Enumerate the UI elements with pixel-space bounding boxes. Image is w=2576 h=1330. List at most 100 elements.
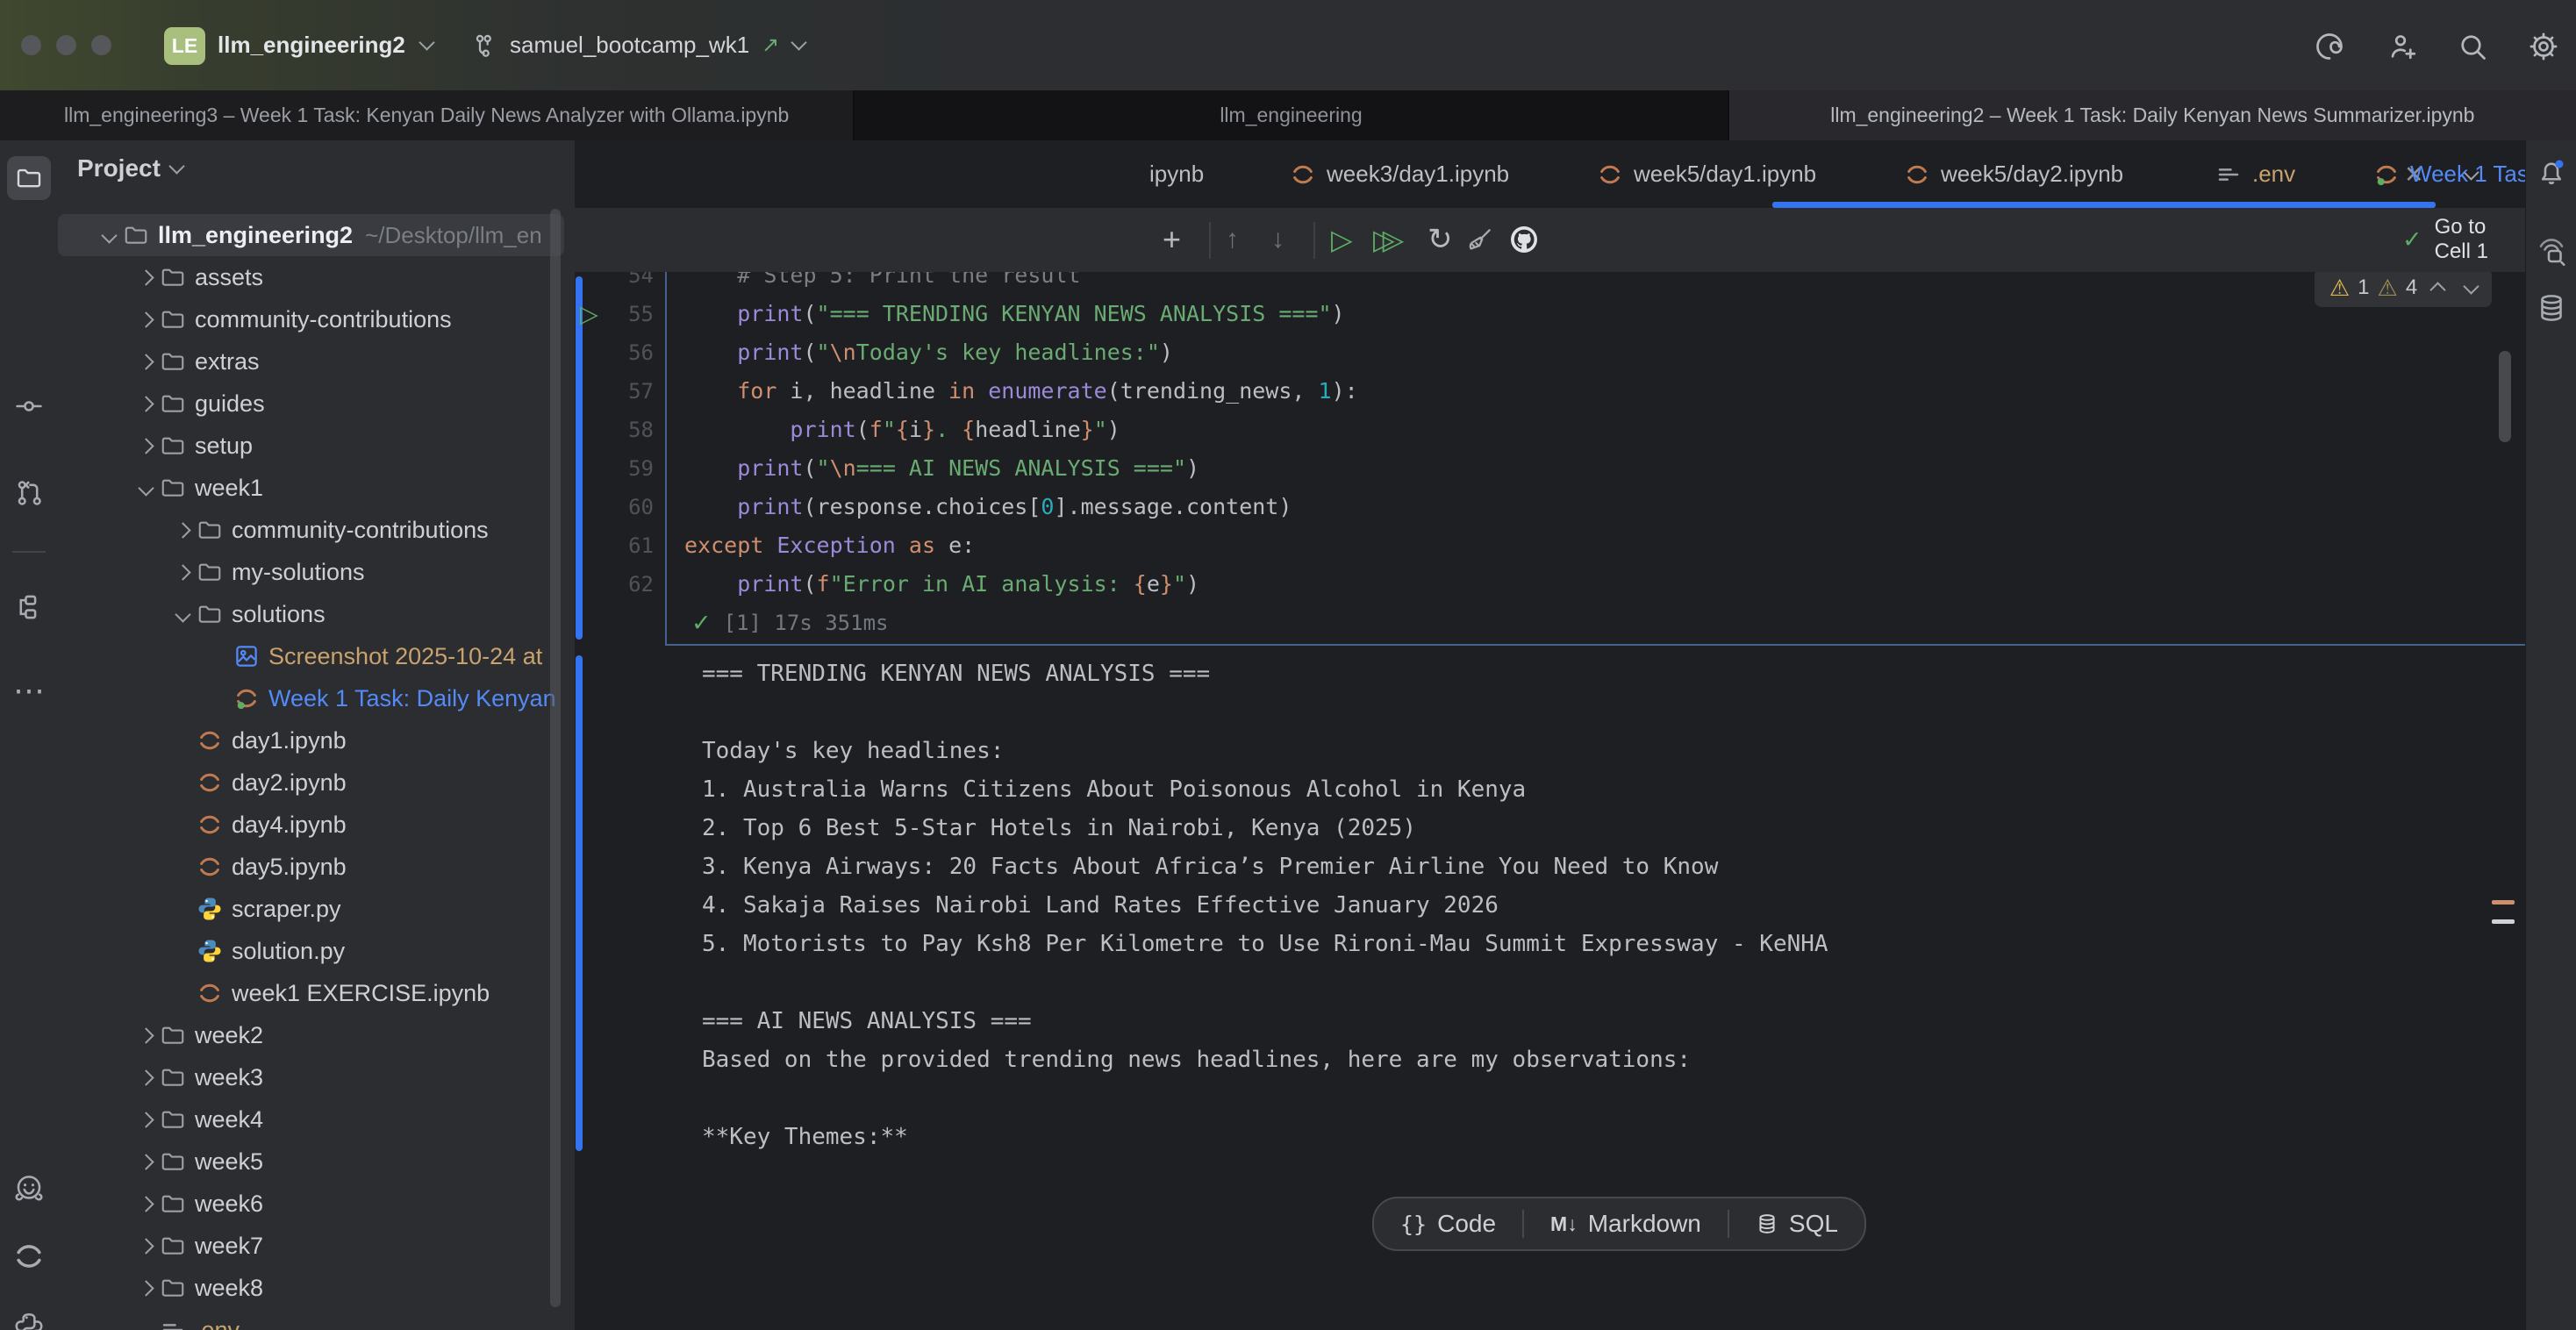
tree-item-community-contributions[interactable]: community-contributions xyxy=(58,509,564,551)
jupyter-tool-icon[interactable] xyxy=(12,1240,46,1273)
tree-chevron-icon[interactable] xyxy=(132,440,160,452)
tree-item-week7[interactable]: week7 xyxy=(58,1225,564,1267)
tree-item-my-solutions[interactable]: my-solutions xyxy=(58,551,564,593)
commit-icon[interactable] xyxy=(14,391,44,421)
code-line-54[interactable]: # Step 5: Print the result xyxy=(684,272,1081,295)
tree-item-env[interactable]: .env xyxy=(58,1309,564,1330)
editor-tab-week5-day1-ipynb[interactable]: week5/day1.ipynb xyxy=(1597,140,1816,208)
tree-item-assets[interactable]: assets xyxy=(58,256,564,298)
go-to-cell-widget[interactable]: ✓ Go to Cell 1 xyxy=(2402,208,2525,271)
project-tool-button[interactable] xyxy=(7,156,51,200)
inspections-widget[interactable]: ⚠ 1 ⚠ 4 xyxy=(2315,272,2492,307)
window-close-button[interactable] xyxy=(21,35,41,55)
tree-item-week1-exercise-ipynb[interactable]: week1 EXERCISE.ipynb xyxy=(58,972,564,1014)
editor-tab-week5-day2-ipynb[interactable]: week5/day2.ipynb xyxy=(1904,140,2123,208)
github-icon[interactable] xyxy=(1508,208,1540,271)
ai-assistant-icon[interactable] xyxy=(2536,235,2567,267)
editor-tab-week3-day1-ipynb[interactable]: week3/day1.ipynb xyxy=(1290,140,1509,208)
window-zoom-button[interactable] xyxy=(91,35,111,55)
database-tool-icon[interactable] xyxy=(2536,292,2567,324)
tree-item-day1-ipynb[interactable]: day1.ipynb xyxy=(58,719,564,762)
tree-item-week6[interactable]: week6 xyxy=(58,1183,564,1225)
tree-chevron-icon[interactable] xyxy=(132,398,160,410)
tree-item-community-contributions[interactable]: community-contributions xyxy=(58,298,564,340)
tree-item-day5-ipynb[interactable]: day5.ipynb xyxy=(58,846,564,888)
add-user-icon[interactable] xyxy=(2387,31,2419,62)
search-icon[interactable] xyxy=(2457,31,2488,62)
python-tool-icon[interactable] xyxy=(12,1310,46,1330)
tree-chevron-icon[interactable] xyxy=(132,356,160,368)
window-minimize-button[interactable] xyxy=(56,35,76,55)
project-panel-header[interactable]: Project xyxy=(77,154,182,182)
pull-requests-icon[interactable] xyxy=(14,478,44,508)
hugging-face-icon[interactable] xyxy=(12,1172,46,1205)
tree-chevron-icon[interactable] xyxy=(132,272,160,283)
tree-chevron-icon[interactable] xyxy=(168,567,197,578)
code-line-56[interactable]: print("\nToday's key headlines:") xyxy=(684,333,1173,372)
restart-kernel-button[interactable]: ↻ xyxy=(1428,208,1453,271)
tree-item-week5[interactable]: week5 xyxy=(58,1141,564,1183)
clear-outputs-button[interactable] xyxy=(1466,208,1494,271)
code-line-62[interactable]: print(f"Error in AI analysis: {e}") xyxy=(684,565,1199,604)
editor-tab-ipynb[interactable]: ipynb xyxy=(1149,140,1204,208)
code-line-60[interactable]: print(response.choices[0].message.conten… xyxy=(684,488,1292,526)
code-line-61[interactable]: except Exception as e: xyxy=(684,526,975,565)
tree-item-scraper-py[interactable]: scraper.py xyxy=(58,888,564,930)
tree-chevron-icon[interactable] xyxy=(132,1030,160,1041)
tree-chevron-icon[interactable] xyxy=(168,525,197,536)
tree-item-week1[interactable]: week1 xyxy=(58,467,564,509)
tree-chevron-icon[interactable] xyxy=(132,1072,160,1083)
tree-item-guides[interactable]: guides xyxy=(58,383,564,425)
tree-item-week4[interactable]: week4 xyxy=(58,1098,564,1141)
tree-chevron-icon[interactable] xyxy=(132,1283,160,1294)
tree-chevron-icon[interactable] xyxy=(132,314,160,325)
move-cell-down-button[interactable]: ↓ xyxy=(1271,208,1284,271)
prev-issue-icon[interactable] xyxy=(2429,282,2445,297)
tree-chevron-icon[interactable] xyxy=(168,609,197,620)
tree-item-week2[interactable]: week2 xyxy=(58,1014,564,1056)
add-code-cell-button[interactable]: {} Code xyxy=(1374,1198,1522,1249)
settings-gear-icon[interactable] xyxy=(2528,31,2559,62)
structure-icon[interactable] xyxy=(14,592,44,622)
code-line-58[interactable]: print(f"{i}. {headline}") xyxy=(684,411,1120,449)
project-tree-scrollbar[interactable] xyxy=(550,209,561,1307)
tree-item-week3[interactable]: week3 xyxy=(58,1056,564,1098)
tree-item-day2-ipynb[interactable]: day2.ipynb xyxy=(58,762,564,804)
tree-item-setup[interactable]: setup xyxy=(58,425,564,467)
tree-chevron-icon[interactable] xyxy=(132,1156,160,1168)
tree-chevron-icon[interactable] xyxy=(132,483,160,494)
run-cell-button[interactable]: ▷ xyxy=(1331,208,1353,271)
window-tab-llm-engineering2[interactable]: llm_engineering2 – Week 1 Task: Daily Ke… xyxy=(1729,90,2576,140)
notebook-editor[interactable]: ▷ 545556575859606162 # Step 5: Print the… xyxy=(575,272,2525,1330)
editor-tab-week-1-task-daily-kenyan-news-summarizer-ipynb[interactable]: Week 1 Task: Daily Kenyan News Summarize… xyxy=(2373,140,2525,208)
tree-chevron-icon[interactable] xyxy=(132,1114,160,1126)
editor-scrollbar-thumb[interactable] xyxy=(2499,351,2511,442)
add-sql-cell-button[interactable]: SQL xyxy=(1729,1198,1864,1249)
tree-item-extras[interactable]: extras xyxy=(58,340,564,383)
window-tab-llm-engineering[interactable]: llm_engineering xyxy=(855,90,1728,140)
tree-item-week-1-task-daily-kenyan[interactable]: Week 1 Task: Daily Kenyan xyxy=(58,677,564,719)
tree-chevron-icon[interactable] xyxy=(132,1241,160,1252)
tree-chevron-icon[interactable] xyxy=(95,230,123,241)
code-line-57[interactable]: for i, headline in enumerate(trending_ne… xyxy=(684,372,1358,411)
tree-item-week8[interactable]: week8 xyxy=(58,1267,564,1309)
notifications-bell-icon[interactable] xyxy=(2536,156,2567,188)
tree-item-solutions[interactable]: solutions xyxy=(58,593,564,635)
tree-item-llm-engineering2[interactable]: llm_engineering2~/Desktop/llm_en xyxy=(58,214,564,256)
run-all-cells-button[interactable]: ▷▷ xyxy=(1373,208,1392,271)
code-line-59[interactable]: print("\n=== AI NEWS ANALYSIS ===") xyxy=(684,449,1199,488)
tree-item-day4-ipynb[interactable]: day4.ipynb xyxy=(58,804,564,846)
tree-item-screenshot-2025-10-24-at[interactable]: Screenshot 2025-10-24 at xyxy=(58,635,564,677)
window-tab-llm-engineering3[interactable]: llm_engineering3 – Week 1 Task: Kenyan D… xyxy=(0,90,855,140)
next-issue-icon[interactable] xyxy=(2463,278,2479,294)
more-tool-windows-icon[interactable]: ⋯ xyxy=(13,672,45,709)
editor-tab-env[interactable]: .env xyxy=(2215,140,2295,208)
tree-item-solution-py[interactable]: solution.py xyxy=(58,930,564,972)
project-switcher[interactable]: llm_engineering2 xyxy=(218,0,433,90)
tree-chevron-icon[interactable] xyxy=(132,1198,160,1210)
add-cell-button[interactable]: + xyxy=(1163,208,1181,271)
ai-swirl-icon[interactable] xyxy=(2314,31,2345,62)
move-cell-up-button[interactable]: ↑ xyxy=(1226,208,1239,271)
add-markdown-cell-button[interactable]: M↓ Markdown xyxy=(1524,1198,1728,1249)
code-line-55[interactable]: print("=== TRENDING KENYAN NEWS ANALYSIS… xyxy=(684,295,1345,333)
